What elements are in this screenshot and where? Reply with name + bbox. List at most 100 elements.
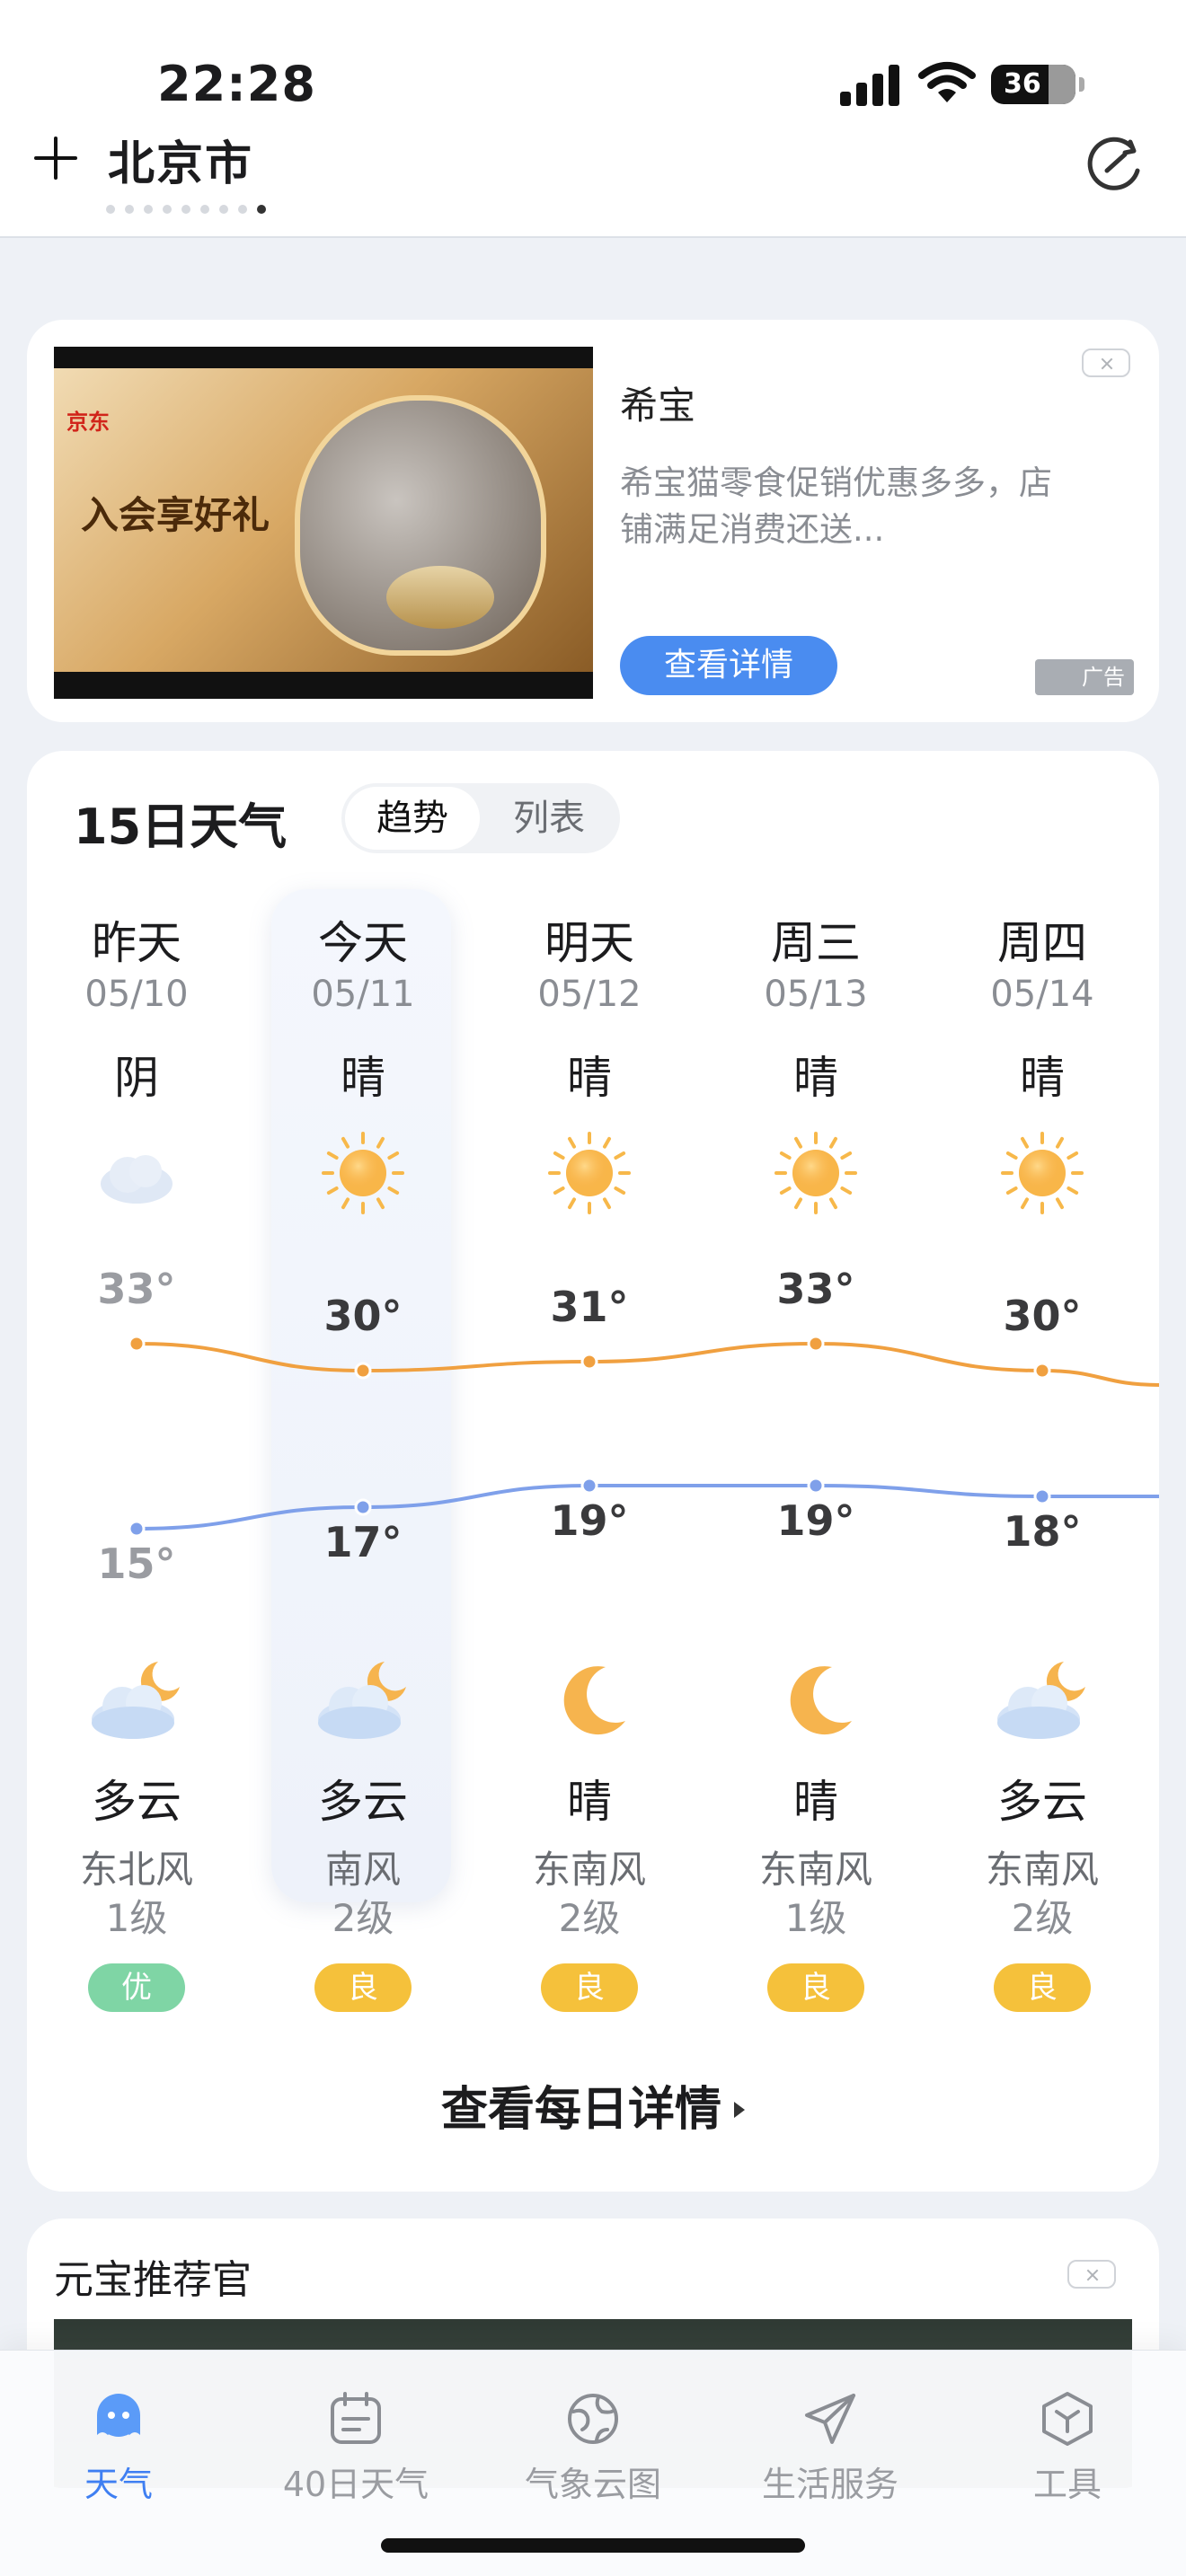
forecast-card: 15日天气 趋势 列表 昨天 05/10 阴 33° 15° 多云 东北风 1级… [27,751,1159,2192]
air-quality-badge: 良 [767,1963,864,2012]
forecast-high-temp: 33° [776,1265,855,1313]
tab-label: 气象云图 [524,2465,661,2504]
header: 北京市 [0,135,1186,238]
forecast-low-temp: 19° [776,1496,855,1545]
status-bar: 22:28 36 [0,0,1186,135]
forecast-wind-direction: 南风 [324,1848,401,1892]
battery-level: 36 [1004,68,1041,100]
daily-details-label: 查看每日详情 [440,2083,721,2137]
ad-image-slogan: 入会享好礼 [81,493,270,537]
forecast-day-column[interactable]: 明天 05/12 晴 31° 19° 晴 东南风 2级 良 [476,751,703,2012]
city-name[interactable]: 北京市 [108,126,253,193]
forecast-day-column[interactable]: 昨天 05/10 阴 33° 15° 多云 东北风 1级 优 [23,751,250,2012]
forecast-high-temp: 33° [97,1265,176,1313]
tab-label: 工具 [1032,2465,1102,2504]
forecast-wind-direction: 东南风 [985,1848,1099,1892]
tab-label: 40日天气 [282,2465,429,2504]
forecast-day-condition: 阴 [114,1052,159,1104]
battery-icon: 36 [991,65,1084,104]
forecast-date: 05/13 [764,974,868,1015]
air-quality-badge: 良 [541,1963,638,2012]
forecast-low-temp: 19° [550,1496,629,1545]
ad-details-button[interactable]: 查看详情 [620,636,837,695]
forecast-wind-level: 1级 [784,1896,847,1940]
recommendation-close-icon[interactable] [1067,2260,1116,2289]
forecast-wind-direction: 东南风 [532,1848,646,1892]
air-quality-badge: 良 [314,1963,412,2012]
status-time: 22:28 [157,56,316,112]
ad-card[interactable]: 京东 入会享好礼 希宝 希宝猫零食促销优惠多多，店铺满足消费还送... 查看详情… [27,320,1159,722]
forecast-day-label: 昨天 [92,917,181,969]
forecast-low-temp: 15° [97,1539,176,1588]
forecast-day-column[interactable]: 今天 05/11 晴 30° 17° 多云 南风 2级 良 [250,751,476,2012]
forecast-day-condition: 晴 [567,1052,612,1104]
forecast-night-condition: 多云 [92,1776,181,1828]
forecast-day-label: 周四 [997,917,1087,969]
sun-icon [997,1128,1087,1218]
tab-40-day[interactable]: 40日天气 [237,2351,474,2504]
globe-icon [568,2394,618,2444]
forecast-day-condition: 晴 [341,1052,385,1104]
partly-cloudy-night-icon [309,1651,417,1750]
forecast-low-temp: 17° [323,1518,403,1566]
forecast-wind-direction: 东北风 [79,1848,193,1892]
ad-description: 希宝猫零食促销优惠多多，店铺满足消费还送... [620,463,1052,549]
tab-life-services[interactable]: 生活服务 [712,2351,949,2504]
forecast-night-condition: 多云 [318,1776,408,1828]
forecast-high-temp: 30° [323,1292,403,1340]
forecast-day-column[interactable]: 周三 05/13 晴 33° 19° 晴 东南风 1级 良 [703,751,929,2012]
forecast-night-condition: 多云 [997,1776,1087,1828]
forecast-date: 05/12 [537,974,642,1015]
page-dots [106,205,266,214]
wifi-icon [918,62,976,102]
signal-icon [840,63,903,106]
forecast-wind-level: 2级 [1011,1896,1074,1940]
cloud-icon [92,1128,181,1218]
ad-image[interactable]: 京东 入会享好礼 [54,347,593,699]
sun-icon [544,1128,634,1218]
tab-cloud-map[interactable]: 气象云图 [474,2351,712,2504]
air-quality-badge: 优 [88,1963,185,2012]
recommendation-title: 元宝推荐官 [54,2257,252,2303]
sun-icon [771,1128,861,1218]
add-city-icon[interactable] [32,135,79,181]
forecast-day-condition: 晴 [793,1052,838,1104]
tab-label: 天气 [84,2465,153,2504]
refresh-icon[interactable] [1085,135,1145,194]
forecast-day-label: 周三 [771,917,861,969]
paper-plane-icon [805,2394,855,2444]
ad-tag: 广告 [1035,659,1134,695]
tab-weather[interactable]: 天气 [0,2351,237,2504]
forecast-day-label: 今天 [318,917,408,969]
forecast-high-temp: 31° [550,1283,629,1331]
calendar-icon [331,2392,381,2444]
forecast-wind-level: 2级 [332,1896,394,1940]
forecast-date: 05/14 [990,974,1094,1015]
tab-tools[interactable]: 工具 [949,2351,1186,2504]
daily-details-link[interactable]: 查看每日详情 [27,2071,1159,2139]
cube-icon [1042,2392,1093,2446]
partly-cloudy-night-icon [83,1651,190,1750]
ad-title: 希宝 [620,384,696,428]
forecast-day-column[interactable]: 周四 05/14 晴 30° 18° 多云 东南风 2级 良 [929,751,1155,2012]
sun-icon [318,1128,408,1218]
forecast-low-temp: 18° [1003,1507,1082,1556]
forecast-wind-direction: 东南风 [758,1848,872,1892]
ad-close-icon[interactable] [1082,348,1130,377]
partly-cloudy-night-icon [988,1651,1096,1750]
forecast-high-temp: 30° [1003,1292,1082,1340]
air-quality-badge: 良 [994,1963,1091,2012]
home-indicator [381,2538,805,2553]
forecast-day-label: 明天 [544,917,634,969]
forecast-day-condition: 晴 [1020,1052,1065,1104]
forecast-date: 05/11 [311,974,415,1015]
chevron-right-icon [734,2102,745,2118]
moon-icon [762,1651,870,1750]
forecast-night-condition: 晴 [793,1776,838,1828]
tab-label: 生活服务 [761,2465,898,2504]
forecast-night-condition: 晴 [567,1776,612,1828]
forecast-wind-level: 1级 [105,1896,168,1940]
ghost-weather-icon [97,2394,140,2437]
forecast-wind-level: 2级 [558,1896,621,1940]
forecast-date: 05/10 [84,974,189,1015]
